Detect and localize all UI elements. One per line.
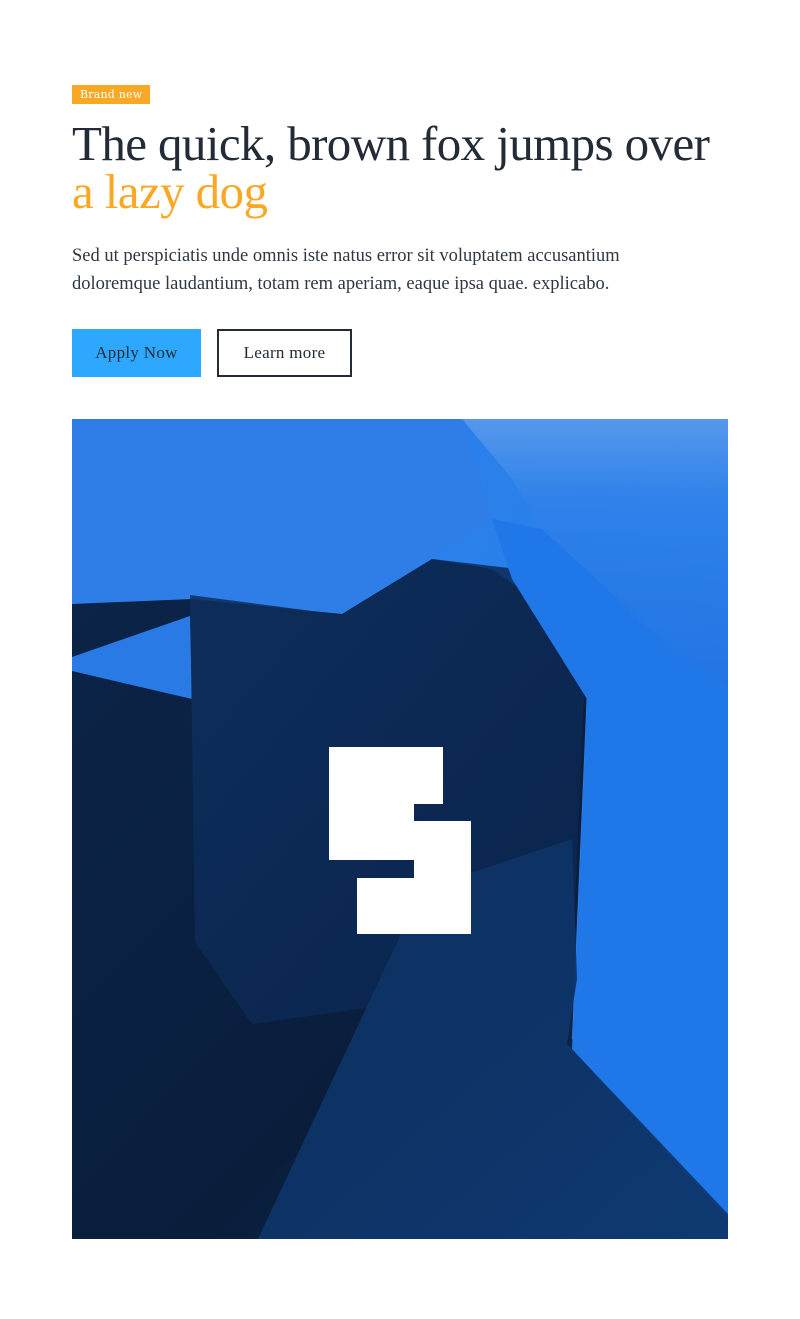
hero-section: Brand new The quick, brown fox jumps ove… (72, 83, 728, 377)
hero-actions: Apply Now Learn more (72, 329, 728, 377)
hero-image (72, 419, 728, 1239)
headline-main: The quick, brown fox jumps over (72, 116, 710, 171)
abstract-blue-illustration (72, 419, 728, 1239)
apply-now-button[interactable]: Apply Now (72, 329, 201, 377)
headline-accent: a lazy dog (72, 164, 268, 219)
page-title: The quick, brown fox jumps over a lazy d… (72, 119, 728, 219)
learn-more-button[interactable]: Learn more (217, 329, 352, 377)
new-badge: Brand new (72, 85, 151, 104)
lead-paragraph: Sed ut perspiciatis unde omnis iste natu… (72, 246, 620, 294)
